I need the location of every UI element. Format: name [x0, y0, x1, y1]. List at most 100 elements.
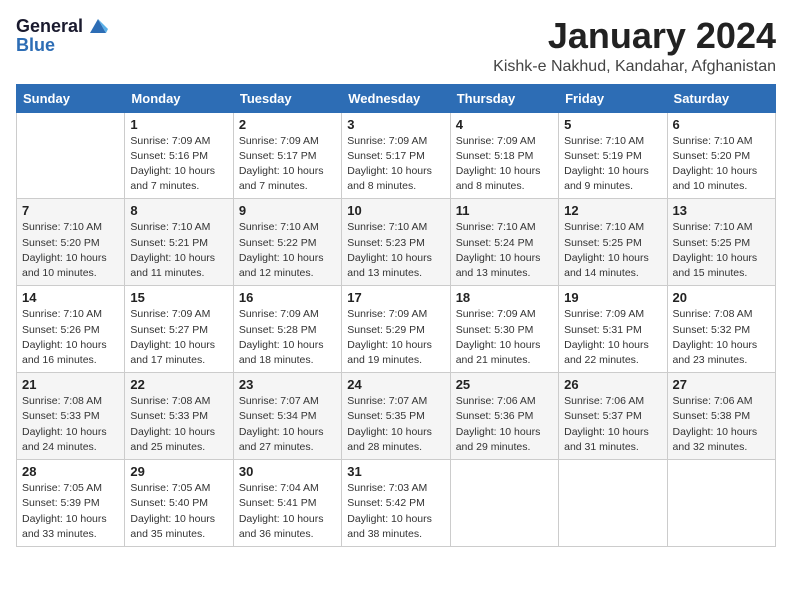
day-number: 3 [347, 117, 444, 132]
day-info: Sunrise: 7:10 AMSunset: 5:22 PMDaylight:… [239, 220, 336, 281]
day-number: 18 [456, 290, 553, 305]
day-number: 8 [130, 203, 227, 218]
col-tuesday: Tuesday [233, 84, 341, 112]
day-cell: 11 Sunrise: 7:10 AMSunset: 5:24 PMDayligh… [450, 199, 558, 286]
day-cell: 18 Sunrise: 7:09 AMSunset: 5:30 PMDayligh… [450, 286, 558, 373]
day-number: 26 [564, 377, 661, 392]
day-number: 2 [239, 117, 336, 132]
day-number: 14 [22, 290, 119, 305]
day-number: 5 [564, 117, 661, 132]
day-cell [450, 460, 558, 547]
day-cell [559, 460, 667, 547]
day-cell: 17Sunrise: 7:09 AMSunset: 5:29 PMDayligh… [342, 286, 450, 373]
day-info: Sunrise: 7:10 AMSunset: 5:24 PMDaylight:… [456, 220, 553, 281]
day-info: Sunrise: 7:03 AMSunset: 5:42 PMDaylight:… [347, 481, 444, 542]
day-info: Sunrise: 7:09 AMSunset: 5:18 PMDaylight:… [456, 134, 553, 195]
day-info: Sunrise: 7:07 AMSunset: 5:35 PMDaylight:… [347, 394, 444, 455]
day-number: 11 [456, 203, 553, 218]
day-number: 30 [239, 464, 336, 479]
day-number: 22 [130, 377, 227, 392]
week-row-3: 14 Sunrise: 7:10 AMSunset: 5:26 PMDayligh… [17, 286, 776, 373]
day-number: 12 [564, 203, 661, 218]
day-cell: 4 Sunrise: 7:09 AMSunset: 5:18 PMDaylight… [450, 112, 558, 199]
week-row-1: 1Sunrise: 7:09 AMSunset: 5:16 PMDaylight… [17, 112, 776, 199]
day-number: 7 [22, 203, 119, 218]
day-number: 28 [22, 464, 119, 479]
logo-icon [86, 15, 108, 37]
day-cell: 23 Sunrise: 7:07 AMSunset: 5:34 PMDayligh… [233, 373, 341, 460]
col-saturday: Saturday [667, 84, 775, 112]
day-number: 21 [22, 377, 119, 392]
day-cell: 24 Sunrise: 7:07 AMSunset: 5:35 PMDayligh… [342, 373, 450, 460]
day-cell: 9 Sunrise: 7:10 AMSunset: 5:22 PMDaylight… [233, 199, 341, 286]
day-cell [17, 112, 125, 199]
day-number: 4 [456, 117, 553, 132]
day-info: Sunrise: 7:10 AMSunset: 5:26 PMDaylight:… [22, 307, 119, 368]
day-cell: 13 Sunrise: 7:10 AMSunset: 5:25 PMDayligh… [667, 199, 775, 286]
day-cell: 1Sunrise: 7:09 AMSunset: 5:16 PMDaylight… [125, 112, 233, 199]
day-cell: 22Sunrise: 7:08 AMSunset: 5:33 PMDayligh… [125, 373, 233, 460]
day-info: Sunrise: 7:09 AMSunset: 5:28 PMDaylight:… [239, 307, 336, 368]
col-wednesday: Wednesday [342, 84, 450, 112]
day-info: Sunrise: 7:07 AMSunset: 5:34 PMDaylight:… [239, 394, 336, 455]
day-info: Sunrise: 7:09 AMSunset: 5:30 PMDaylight:… [456, 307, 553, 368]
day-info: Sunrise: 7:10 AMSunset: 5:19 PMDaylight:… [564, 134, 661, 195]
day-info: Sunrise: 7:10 AMSunset: 5:25 PMDaylight:… [564, 220, 661, 281]
day-info: Sunrise: 7:09 AMSunset: 5:31 PMDaylight:… [564, 307, 661, 368]
week-row-2: 7 Sunrise: 7:10 AMSunset: 5:20 PMDaylight… [17, 199, 776, 286]
day-info: Sunrise: 7:04 AMSunset: 5:41 PMDaylight:… [239, 481, 336, 542]
day-cell: 3Sunrise: 7:09 AMSunset: 5:17 PMDaylight… [342, 112, 450, 199]
day-cell [667, 460, 775, 547]
day-cell: 8 Sunrise: 7:10 AMSunset: 5:21 PMDaylight… [125, 199, 233, 286]
logo-general: General [16, 16, 83, 37]
day-cell: 28Sunrise: 7:05 AMSunset: 5:39 PMDayligh… [17, 460, 125, 547]
day-number: 20 [673, 290, 770, 305]
day-cell: 15 Sunrise: 7:09 AMSunset: 5:27 PMDayligh… [125, 286, 233, 373]
col-sunday: Sunday [17, 84, 125, 112]
day-cell: 21 Sunrise: 7:08 AMSunset: 5:33 PMDayligh… [17, 373, 125, 460]
logo-text-block: General Blue [16, 16, 108, 56]
day-info: Sunrise: 7:10 AMSunset: 5:25 PMDaylight:… [673, 220, 770, 281]
day-cell: 27Sunrise: 7:06 AMSunset: 5:38 PMDayligh… [667, 373, 775, 460]
day-info: Sunrise: 7:10 AMSunset: 5:20 PMDaylight:… [673, 134, 770, 195]
col-friday: Friday [559, 84, 667, 112]
col-thursday: Thursday [450, 84, 558, 112]
day-number: 24 [347, 377, 444, 392]
day-cell: 16Sunrise: 7:09 AMSunset: 5:28 PMDayligh… [233, 286, 341, 373]
day-number: 23 [239, 377, 336, 392]
day-info: Sunrise: 7:10 AMSunset: 5:23 PMDaylight:… [347, 220, 444, 281]
day-cell: 26Sunrise: 7:06 AMSunset: 5:37 PMDayligh… [559, 373, 667, 460]
day-number: 13 [673, 203, 770, 218]
day-number: 15 [130, 290, 227, 305]
day-cell: 14 Sunrise: 7:10 AMSunset: 5:26 PMDayligh… [17, 286, 125, 373]
day-info: Sunrise: 7:10 AMSunset: 5:20 PMDaylight:… [22, 220, 119, 281]
day-number: 25 [456, 377, 553, 392]
day-info: Sunrise: 7:09 AMSunset: 5:27 PMDaylight:… [130, 307, 227, 368]
day-info: Sunrise: 7:09 AMSunset: 5:17 PMDaylight:… [239, 134, 336, 195]
day-cell: 31Sunrise: 7:03 AMSunset: 5:42 PMDayligh… [342, 460, 450, 547]
day-info: Sunrise: 7:08 AMSunset: 5:33 PMDaylight:… [22, 394, 119, 455]
week-row-4: 21 Sunrise: 7:08 AMSunset: 5:33 PMDayligh… [17, 373, 776, 460]
day-info: Sunrise: 7:06 AMSunset: 5:36 PMDaylight:… [456, 394, 553, 455]
day-cell: 29 Sunrise: 7:05 AMSunset: 5:40 PMDayligh… [125, 460, 233, 547]
page-header: General Blue January 2024 Kishk-e Nakhud… [16, 16, 776, 76]
day-cell: 12 Sunrise: 7:10 AMSunset: 5:25 PMDayligh… [559, 199, 667, 286]
calendar-table: Sunday Monday Tuesday Wednesday Thursday… [16, 84, 776, 547]
logo-blue: Blue [16, 35, 108, 56]
day-info: Sunrise: 7:10 AMSunset: 5:21 PMDaylight:… [130, 220, 227, 281]
day-cell: 5 Sunrise: 7:10 AMSunset: 5:19 PMDaylight… [559, 112, 667, 199]
day-info: Sunrise: 7:05 AMSunset: 5:40 PMDaylight:… [130, 481, 227, 542]
day-number: 27 [673, 377, 770, 392]
day-number: 6 [673, 117, 770, 132]
day-cell: 2 Sunrise: 7:09 AMSunset: 5:17 PMDaylight… [233, 112, 341, 199]
day-number: 29 [130, 464, 227, 479]
day-info: Sunrise: 7:09 AMSunset: 5:16 PMDaylight:… [130, 134, 227, 195]
day-cell: 6 Sunrise: 7:10 AMSunset: 5:20 PMDaylight… [667, 112, 775, 199]
day-cell: 20Sunrise: 7:08 AMSunset: 5:32 PMDayligh… [667, 286, 775, 373]
col-monday: Monday [125, 84, 233, 112]
day-number: 9 [239, 203, 336, 218]
title-block: January 2024 Kishk-e Nakhud, Kandahar, A… [493, 16, 776, 76]
day-info: Sunrise: 7:09 AMSunset: 5:29 PMDaylight:… [347, 307, 444, 368]
header-row: Sunday Monday Tuesday Wednesday Thursday… [17, 84, 776, 112]
calendar-title: January 2024 [493, 16, 776, 56]
